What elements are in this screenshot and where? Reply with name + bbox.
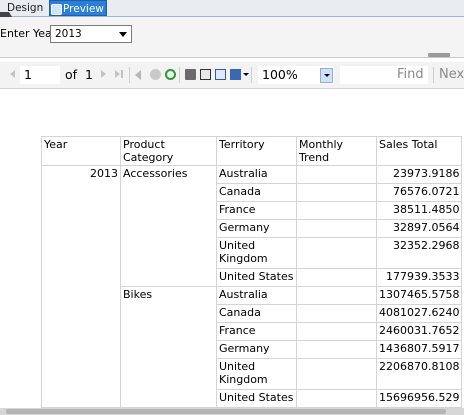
sales-total-cell: 2460031.7652	[375, 322, 463, 341]
column-header-year: Year	[41, 136, 121, 166]
territory-cell: Germany	[216, 219, 297, 238]
column-header-sales-total: Sales Total	[375, 136, 463, 166]
monthly-trend-cell	[296, 286, 377, 305]
page-number-input[interactable]: 1	[20, 66, 60, 84]
sales-total-cell: 1436807.5917	[375, 340, 463, 359]
sales-total-cell: 2206870.8108	[375, 358, 463, 390]
territory-cell: Australia	[216, 165, 297, 184]
previous-page-icon[interactable]	[10, 70, 15, 78]
page-setup-icon[interactable]	[215, 69, 226, 80]
year-cell: 2013	[41, 165, 121, 408]
monthly-trend-cell	[296, 340, 377, 359]
column-header-product-category: Product Category	[120, 136, 217, 166]
report-table: Year Product Category Territory Monthly …	[41, 136, 463, 408]
monthly-trend-cell	[296, 268, 377, 287]
export-dropdown-icon[interactable]	[243, 73, 249, 76]
chevron-down-icon[interactable]	[119, 32, 127, 37]
territory-cell: France	[216, 201, 297, 220]
table-header-row: Year Product Category Territory Monthly …	[41, 136, 463, 166]
toolbar-separator	[251, 67, 252, 83]
column-header-monthly-trend: Monthly Trend	[296, 136, 377, 166]
last-page-icon[interactable]	[115, 70, 120, 78]
sales-total-cell: 177939.3533	[375, 268, 463, 287]
horizontal-scrollbar-thumb[interactable]	[6, 409, 446, 414]
monthly-trend-cell	[296, 183, 377, 202]
monthly-trend-cell	[296, 304, 377, 323]
tab-design[interactable]: Design	[0, 0, 46, 20]
monthly-trend-cell	[296, 358, 377, 390]
zoom-value: 100%	[262, 67, 298, 82]
monthly-trend-cell	[296, 201, 377, 220]
monthly-trend-cell	[296, 322, 377, 341]
territory-cell: United Kingdom	[216, 358, 297, 390]
sales-total-cell: 15696956.529	[375, 389, 463, 408]
table-row: 2013 Accessories Australia 23973.9186	[41, 165, 463, 408]
refresh-icon[interactable]	[165, 69, 176, 80]
report-toolbar: 1 of 1 100% Find Next	[0, 62, 464, 89]
toolbar-separator	[433, 67, 434, 83]
sales-total-cell: 32352.2968	[375, 237, 463, 269]
territory-cell: United States	[216, 268, 297, 287]
back-icon[interactable]	[135, 70, 141, 80]
tab-bar: Design Preview	[0, 0, 464, 20]
territory-cell: United States	[216, 389, 297, 408]
column-header-territory: Territory	[216, 136, 297, 166]
monthly-trend-cell	[296, 237, 377, 269]
territory-cell: Canada	[216, 183, 297, 202]
territory-cell: Germany	[216, 340, 297, 359]
preview-icon	[51, 4, 62, 15]
print-layout-icon[interactable]	[200, 69, 211, 80]
year-parameter-label: Enter Year	[0, 27, 57, 40]
sales-total-cell: 23973.9186	[375, 165, 463, 184]
print-icon[interactable]	[185, 69, 196, 80]
sales-total-cell: 32897.0564	[375, 219, 463, 238]
page-total: 1	[85, 67, 93, 82]
year-select-value: 2013	[55, 28, 82, 40]
monthly-trend-cell	[296, 219, 377, 238]
sales-total-cell: 4081027.6240	[375, 304, 463, 323]
monthly-trend-cell	[296, 165, 377, 184]
export-icon[interactable]	[230, 69, 241, 80]
toolbar-separator	[129, 67, 130, 83]
tab-preview-label: Preview	[63, 3, 104, 15]
zoom-dropdown-icon[interactable]	[320, 68, 333, 83]
territory-cell: United Kingdom	[216, 237, 297, 269]
sales-total-cell: 38511.4850	[375, 201, 463, 220]
territory-cell: Australia	[216, 286, 297, 305]
stop-icon[interactable]	[150, 69, 161, 80]
sales-total-cell: 1307465.5758	[375, 286, 463, 305]
monthly-trend-cell	[296, 389, 377, 408]
sales-total-cell: 76576.0721	[375, 183, 463, 202]
year-select[interactable]: 2013	[50, 25, 132, 43]
toolbar-separator	[179, 67, 180, 83]
next-page-icon[interactable]	[101, 70, 106, 78]
category-cell: Accessories	[120, 165, 217, 287]
last-page-bar	[121, 70, 123, 78]
territory-cell: Canada	[216, 304, 297, 323]
collapse-handle[interactable]	[428, 53, 450, 57]
parameter-bar: Enter Year 2013	[0, 17, 464, 58]
find-button[interactable]: Find	[397, 67, 424, 82]
territory-cell: France	[216, 322, 297, 341]
page-of-label: of	[65, 67, 78, 82]
tab-preview[interactable]: Preview	[49, 0, 107, 16]
find-next-button[interactable]: Next	[439, 67, 464, 82]
category-cell: Bikes	[120, 286, 217, 408]
